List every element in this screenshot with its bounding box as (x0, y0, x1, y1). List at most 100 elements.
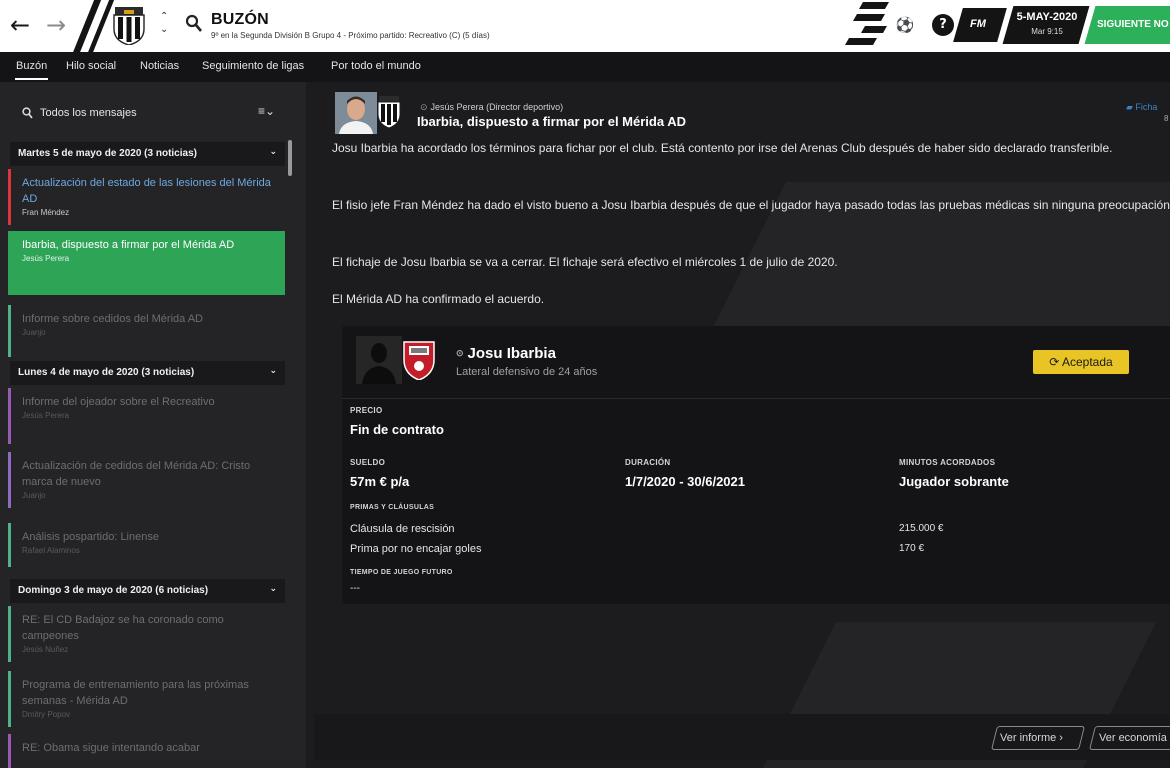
message-title: Informe sobre cedidos del Mérida AD (22, 313, 203, 325)
status-label: Aceptada (1062, 355, 1113, 369)
section-tabs: Buzón Hilo social Noticias Seguimiento d… (0, 52, 1170, 82)
filter-label: Todos los mensajes (40, 107, 137, 119)
continue-button-label: SIGUIENTE NO LE (1097, 19, 1170, 30)
message-title: Análisis pospartido: Linense (22, 531, 159, 543)
tab-social-feed[interactable]: Hilo social (66, 60, 116, 72)
search-icon (22, 107, 33, 119)
player-description: Lateral defensivo de 24 años (456, 366, 598, 378)
clause-name: Prima por no encajar goles (350, 543, 482, 555)
message-item-selected[interactable]: Ibarbia, dispuesto a firmar por el Mérid… (8, 231, 285, 295)
message-title: Actualización del estado de las lesiones… (22, 177, 271, 205)
list-options-menu-icon[interactable]: ≡⌄ (258, 104, 288, 122)
price-label: PRECIO (350, 406, 383, 415)
price-value: Fin de contrato (350, 422, 444, 437)
profile-link[interactable]: ▰ Ficha (1126, 102, 1157, 113)
club-crest-icon[interactable] (402, 338, 436, 380)
message-sender: Fran Méndez (22, 208, 70, 217)
player-name-row[interactable]: ⊙ Josu Ibarbia (456, 345, 556, 362)
message-title: Ibarbia, dispuesto a firmar por el Mérid… (22, 239, 235, 251)
current-date: 5-MAY-2020 (1016, 11, 1078, 23)
duration-label: DURACIÓN (625, 458, 671, 467)
message-item[interactable]: Actualización del estado de las lesiones… (8, 169, 285, 225)
profile-link-label: Ficha (1135, 102, 1158, 112)
message-paragraph: El Mérida AD ha confirmado el acuerdo. (332, 292, 545, 306)
club-crest-icon (377, 96, 401, 128)
player-name: Josu Ibarbia (467, 345, 556, 362)
sender-line: ⊙ Jesús Perera (Director deportivo) (420, 102, 563, 113)
message-sender: Jesús Perera (22, 254, 70, 263)
profile-link-detail: 8 (1164, 114, 1169, 123)
message-list-sidebar: Todos los mensajes ≡⌄ Martes 5 de mayo d… (0, 82, 306, 768)
message-paragraph: Josu Ibarbia ha acordado los términos pa… (332, 141, 1113, 155)
message-title: Programa de entrenamiento para las próxi… (22, 679, 249, 707)
lock-icon: ⊙ (420, 102, 428, 112)
refresh-icon: ⟳ (1049, 355, 1062, 369)
message-view: ⊙ Jesús Perera (Director deportivo) Ibarb… (306, 82, 1170, 768)
lock-icon: ⊙ (456, 348, 464, 358)
view-report-label: Ver informe › (1000, 732, 1063, 744)
duration-value: 1/7/2020 - 30/6/2021 (625, 474, 745, 489)
scrollbar[interactable] (288, 140, 292, 176)
message-sender: Juanjo (22, 491, 46, 500)
future-playtime-value: --- (350, 583, 360, 594)
page-title: BUZÓN (211, 11, 269, 28)
minutes-label: MINUTOS ACORDADOS (899, 458, 996, 467)
message-item[interactable]: RE: Obama sigue intentando acabar (8, 734, 285, 768)
date-group-label: Domingo 3 de mayo de 2020 (6 noticias) (18, 585, 209, 596)
divider (342, 398, 1170, 399)
date-group-header[interactable]: Domingo 3 de mayo de 2020 (6 noticias) ⌄ (10, 579, 285, 603)
clause-value: 170 € (899, 543, 925, 554)
clause-value: 215.000 € (899, 523, 944, 534)
switch-club-arrows-icon[interactable]: ⌃ ⌄ (160, 10, 168, 36)
date-group-label: Lunes 4 de mayo de 2020 (3 noticias) (18, 367, 195, 378)
message-item[interactable]: Actualización de cedidos del Mérida AD: … (8, 452, 285, 508)
message-item[interactable]: RE: El CD Badajoz se ha coronado como ca… (8, 606, 285, 662)
sync-icon[interactable]: ⚽ (894, 14, 916, 36)
message-filter[interactable]: Todos los mensajes (10, 100, 246, 126)
message-sender: Jesús Perera (22, 411, 70, 420)
date-group-header[interactable]: Martes 5 de mayo de 2020 (3 noticias) ⌄ (10, 142, 285, 166)
message-item[interactable]: Análisis pospartido: Linense Rafael Alam… (8, 523, 285, 567)
back-arrow-icon[interactable]: ← (10, 12, 30, 38)
top-bar: ← → ⌃ ⌄ BUZÓN 9º en la Segunda División B… (0, 0, 1170, 52)
status-accepted-button[interactable]: ⟳ Aceptada (1033, 350, 1129, 374)
fm-menu-label: FM (970, 18, 986, 30)
clauses-label: PRIMAS Y CLÁUSULAS (350, 504, 435, 511)
view-finances-label: Ver economía (1099, 732, 1167, 744)
tab-around-the-world[interactable]: Por todo el mundo (331, 60, 421, 72)
chevron-down-icon: ⌄ (269, 147, 277, 157)
message-paragraph: El fisio jefe Fran Méndez ha dado el vis… (332, 198, 1170, 212)
chevron-down-icon: ⌄ (269, 584, 277, 594)
message-title: RE: El CD Badajoz se ha coronado como ca… (22, 614, 224, 642)
transfer-summary-card: ⊙ Josu Ibarbia Lateral defensivo de 24 añ… (342, 326, 1170, 604)
sender-photo[interactable] (335, 92, 377, 134)
message-subject: Ibarbia, dispuesto a firmar por el Mérid… (417, 114, 686, 129)
message-item[interactable]: Informe sobre cedidos del Mérida AD Juan… (8, 305, 285, 357)
message-item[interactable]: Programa de entrenamiento para las próxi… (8, 671, 285, 727)
tab-league-tracking[interactable]: Seguimiento de ligas (202, 60, 304, 72)
wage-value: 57m € p/a (350, 474, 410, 489)
club-crest-icon[interactable] (111, 7, 147, 45)
forward-arrow-icon[interactable]: → (46, 12, 66, 38)
current-time: Mar 9:15 (1031, 27, 1063, 36)
future-playtime-label: TIEMPO DE JUEGO FUTURO (350, 569, 453, 576)
message-paragraph: El fichaje de Josu Ibarbia se va a cerra… (332, 255, 838, 269)
message-item[interactable]: Informe del ojeador sobre el Recreativo … (8, 388, 285, 444)
minutes-value: Jugador sobrante (899, 474, 1009, 489)
help-icon[interactable]: ? (932, 14, 954, 36)
tab-news[interactable]: Noticias (140, 60, 179, 72)
date-group-header[interactable]: Lunes 4 de mayo de 2020 (3 noticias) ⌄ (10, 361, 285, 385)
page-subtitle: 9º en la Segunda División B Grupo 4 - Pr… (211, 31, 490, 40)
sender-name[interactable]: Jesús Perera (Director deportivo) (431, 102, 564, 112)
player-silhouette[interactable] (356, 336, 402, 384)
message-title: RE: Obama sigue intentando acabar (22, 742, 200, 754)
date-group-label: Martes 5 de mayo de 2020 (3 noticias) (18, 148, 197, 159)
message-sender: Jesús Nuñez (22, 645, 69, 654)
clause-name: Cláusula de rescisión (350, 523, 455, 535)
search-icon[interactable] (185, 13, 203, 33)
card-icon: ▰ (1126, 102, 1136, 112)
message-title: Informe del ojeador sobre el Recreativo (22, 396, 215, 408)
tab-inbox[interactable]: Buzón (14, 60, 49, 80)
message-sender: Rafael Alaminos (22, 546, 80, 555)
chevron-down-icon: ⌄ (269, 366, 277, 376)
